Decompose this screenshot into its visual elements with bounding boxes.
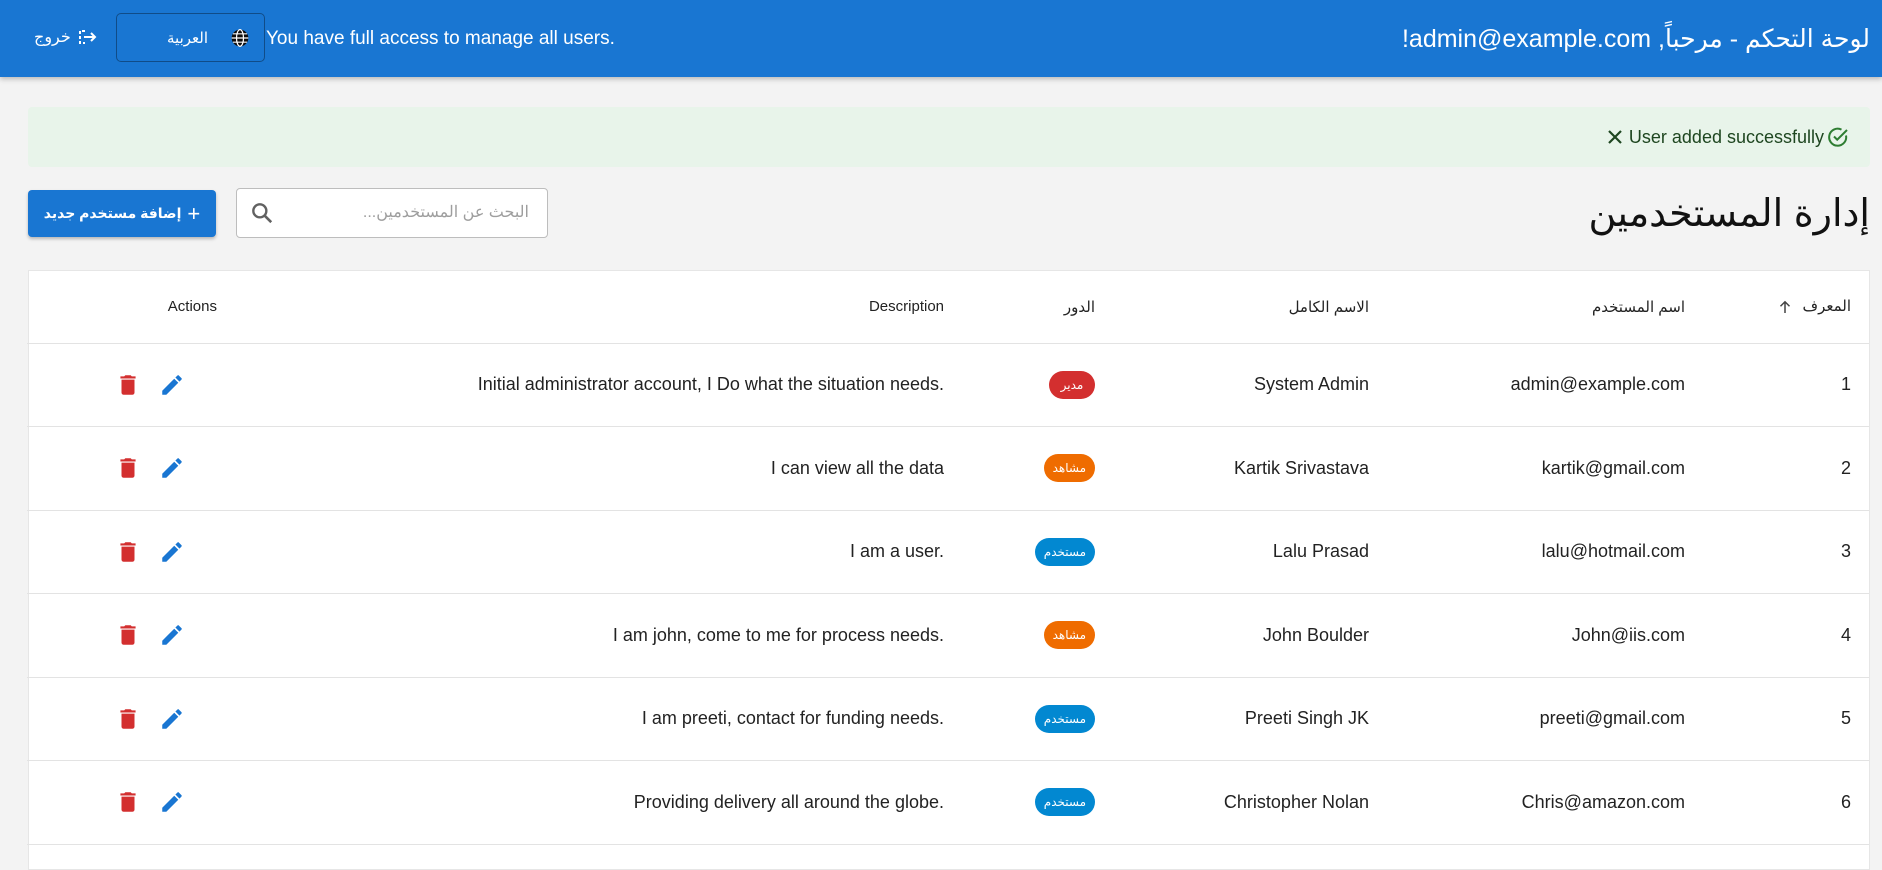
cell-username: preeti@gmail.com: [1387, 677, 1703, 761]
users-table-card: المعرف اسم المستخدم الاسم الكامل الدور D…: [27, 270, 1870, 870]
cell-description: I am a user.: [262, 510, 962, 594]
cell-username: Chris@amazon.com: [1387, 760, 1703, 845]
cell-full-name: Kartik Srivastava: [1113, 426, 1387, 511]
cell-description: Providing delivery all around the globe.: [262, 760, 962, 845]
role-badge: مدير: [1049, 370, 1095, 399]
cell-role: مستخدم: [962, 677, 1113, 761]
edit-icon[interactable]: [159, 622, 185, 648]
globe-icon: [231, 28, 249, 47]
role-badge: مشاهد: [1043, 454, 1095, 483]
cell-role: مدير: [962, 343, 1113, 427]
cell-description: I am john, come to me for process needs.: [262, 593, 962, 678]
column-header-full-name[interactable]: الاسم الكامل: [1113, 271, 1387, 344]
cell-username: lalu@hotmail.com: [1387, 510, 1703, 594]
cell-id: 2: [1703, 426, 1869, 511]
add-user-button-label: إضافة مستخدم جديد: [43, 205, 182, 221]
language-button[interactable]: العربية: [116, 13, 265, 62]
close-icon[interactable]: [1603, 125, 1627, 149]
table-row: 5 preeti@gmail.com Preeti Singh JK مستخد…: [27, 677, 1869, 761]
logout-button[interactable]: خروج: [34, 22, 99, 52]
users-table: المعرف اسم المستخدم الاسم الكامل الدور D…: [27, 271, 1869, 845]
logout-label: خروج: [34, 29, 71, 46]
alert-message: User added successfully: [1628, 126, 1824, 147]
add-user-button[interactable]: + إضافة مستخدم جديد: [28, 190, 216, 237]
cell-actions: [27, 677, 262, 761]
cell-id: 4: [1703, 593, 1869, 678]
plus-icon: +: [187, 200, 201, 226]
delete-icon[interactable]: [115, 622, 141, 648]
cell-actions: [27, 426, 262, 511]
success-alert: User added successfully: [28, 107, 1870, 167]
cell-id: 5: [1703, 677, 1869, 761]
role-badge: مستخدم: [1034, 704, 1095, 733]
role-badge: مستخدم: [1034, 788, 1095, 817]
column-header-description[interactable]: Description: [262, 271, 962, 344]
cell-full-name: Lalu Prasad: [1113, 510, 1387, 594]
cell-role: مستخدم: [962, 760, 1113, 845]
cell-id: 3: [1703, 510, 1869, 594]
cell-actions: [27, 593, 262, 678]
page-title: إدارة المستخدمين: [1588, 192, 1870, 235]
role-badge: مشاهد: [1043, 621, 1095, 650]
edit-icon[interactable]: [159, 789, 185, 815]
column-header-role[interactable]: الدور: [962, 271, 1113, 344]
column-header-actions: Actions: [27, 271, 262, 344]
edit-icon[interactable]: [159, 539, 185, 565]
delete-icon[interactable]: [115, 706, 141, 732]
cell-username: admin@example.com: [1387, 343, 1703, 427]
delete-icon[interactable]: [115, 455, 141, 481]
table-row: 4 John@iis.com John Boulder مشاهد I am j…: [27, 593, 1869, 678]
table-row: 1 admin@example.com System Admin مدير In…: [27, 343, 1869, 427]
edit-icon[interactable]: [159, 706, 185, 732]
access-info-text: You have full access to manage all users…: [266, 27, 615, 49]
table-row: 6 Chris@amazon.com Christopher Nolan مست…: [27, 760, 1869, 845]
delete-icon[interactable]: [115, 539, 141, 565]
cell-actions: [27, 343, 262, 427]
search-input[interactable]: [275, 204, 529, 222]
dashboard-title: لوحة التحكم - مرحباً, admin@example.com!: [1401, 24, 1870, 53]
cell-id: 6: [1703, 760, 1869, 845]
delete-icon[interactable]: [115, 789, 141, 815]
check-circle-icon: [1828, 127, 1848, 147]
cell-description: I can view all the data: [262, 426, 962, 511]
app-header: لوحة التحكم - مرحباً, admin@example.com!…: [0, 0, 1882, 77]
cell-actions: [27, 510, 262, 594]
cell-role: مشاهد: [962, 593, 1113, 678]
cell-username: John@iis.com: [1387, 593, 1703, 678]
language-label: العربية: [167, 29, 208, 47]
sort-arrow-up-icon: [1780, 300, 1791, 314]
cell-username: kartik@gmail.com: [1387, 426, 1703, 511]
delete-icon[interactable]: [115, 372, 141, 398]
cell-description: Initial administrator account, I Do what…: [262, 343, 962, 427]
column-header-username[interactable]: اسم المستخدم: [1387, 271, 1703, 344]
table-row: 2 kartik@gmail.com Kartik Srivastava مشا…: [27, 426, 1869, 511]
cell-full-name: Preeti Singh JK: [1113, 677, 1387, 761]
cell-id: 1: [1703, 343, 1869, 427]
edit-icon[interactable]: [159, 372, 185, 398]
cell-full-name: System Admin: [1113, 343, 1387, 427]
column-header-id[interactable]: المعرف: [1703, 271, 1869, 344]
table-row: 3 lalu@hotmail.com Lalu Prasad مستخدم I …: [27, 510, 1869, 594]
cell-role: مستخدم: [962, 510, 1113, 594]
role-badge: مستخدم: [1034, 537, 1095, 566]
cell-description: I am preeti, contact for funding needs.: [262, 677, 962, 761]
search-icon: [252, 203, 273, 224]
cell-role: مشاهد: [962, 426, 1113, 511]
edit-icon[interactable]: [159, 455, 185, 481]
users-table-body: 1 admin@example.com System Admin مدير In…: [27, 343, 1869, 845]
cell-actions: [27, 760, 262, 845]
search-field[interactable]: [236, 188, 548, 238]
table-header-row: المعرف اسم المستخدم الاسم الكامل الدور D…: [27, 271, 1869, 344]
cell-full-name: John Boulder: [1113, 593, 1387, 678]
logout-icon: [78, 30, 97, 44]
cell-full-name: Christopher Nolan: [1113, 760, 1387, 845]
